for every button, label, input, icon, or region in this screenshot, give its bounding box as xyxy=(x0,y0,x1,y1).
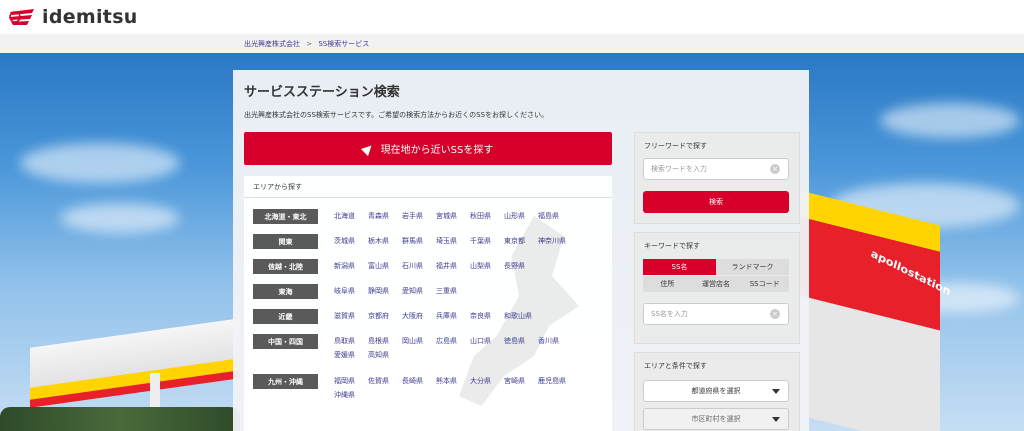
pref-link[interactable]: 群馬県 xyxy=(402,236,436,247)
site-header: idemitsu xyxy=(0,0,1024,34)
pref-link[interactable]: 山口県 xyxy=(470,336,504,347)
chevron-down-icon xyxy=(772,389,780,394)
pref-link[interactable]: 岩手県 xyxy=(402,211,436,222)
conditions-box: エリアと条件で探す 都道府県を選択 市区町村を選択 xyxy=(634,352,800,431)
pref-link[interactable]: 東京都 xyxy=(504,236,538,247)
pref-link[interactable]: 愛知県 xyxy=(402,286,436,297)
keyword-subtabs: 住所 運営店名 SSコード xyxy=(643,276,789,292)
pref-link[interactable]: 福島県 xyxy=(538,211,572,222)
freeword-search-button[interactable]: 検索 xyxy=(643,191,789,213)
pref-link[interactable]: 長野県 xyxy=(504,261,538,272)
ss-name-placeholder: SS名を入力 xyxy=(651,310,688,318)
pref-link[interactable]: 熊本県 xyxy=(436,376,470,387)
prefecture-select[interactable]: 都道府県を選択 xyxy=(643,380,789,402)
keyword-tabs: SS名 ランドマーク xyxy=(643,259,789,275)
pref-link[interactable]: 福岡県 xyxy=(334,376,368,387)
freeword-heading: フリーワードで探す xyxy=(644,142,707,150)
pref-link[interactable]: 宮城県 xyxy=(436,211,470,222)
pref-link[interactable]: 富山県 xyxy=(368,261,402,272)
pref-link[interactable]: 山形県 xyxy=(504,211,538,222)
pref-link[interactable]: 香川県 xyxy=(538,336,572,347)
clear-icon[interactable]: × xyxy=(770,309,780,319)
breadcrumb-home-link[interactable]: 出光興産株式会社 xyxy=(244,40,300,48)
city-select-label: 市区町村を選択 xyxy=(691,415,741,423)
pref-link[interactable]: 岐阜県 xyxy=(334,286,368,297)
keyword-heading: キーワードで探す xyxy=(644,242,700,250)
chevron-down-icon xyxy=(772,417,780,422)
pref-link[interactable]: 福井県 xyxy=(436,261,470,272)
pref-link[interactable]: 大阪府 xyxy=(402,311,436,322)
pref-link[interactable]: 石川県 xyxy=(402,261,436,272)
breadcrumb-separator: > xyxy=(306,40,313,48)
near-location-label: 現在地から近いSSを探す xyxy=(380,145,494,156)
pref-link[interactable]: 奈良県 xyxy=(470,311,504,322)
pref-link[interactable]: 静岡県 xyxy=(368,286,402,297)
search-panel: サービスステーション検索 出光興産株式会社のSS検索サービスです。ご希望の検索方… xyxy=(233,70,809,431)
tab-ss-name[interactable]: SS名 xyxy=(643,259,716,275)
region-label: 東海 xyxy=(253,284,318,299)
freeword-search-input[interactable]: 検索ワードを入力 × xyxy=(643,158,789,180)
pref-link[interactable]: 北海道 xyxy=(334,211,368,222)
freeword-placeholder: 検索ワードを入力 xyxy=(651,165,707,173)
region-label: 北海道・東北 xyxy=(253,209,318,224)
pref-link[interactable]: 大分県 xyxy=(470,376,504,387)
breadcrumb: 出光興産株式会社 > SS検索サービス xyxy=(0,34,1024,53)
area-search-box: エリアから探す 北海道・東北 北海道 青森県 岩手県 宮城県 秋田県 山形県 福… xyxy=(244,176,612,431)
pref-link[interactable]: 滋賀県 xyxy=(334,311,368,322)
gas-station-canopy-left xyxy=(30,318,240,408)
region-label: 九州・沖縄 xyxy=(253,374,318,389)
pref-link[interactable]: 岡山県 xyxy=(402,336,436,347)
pref-link[interactable]: 青森県 xyxy=(368,211,402,222)
keyword-box: キーワードで探す SS名 ランドマーク 住所 運営店名 SSコード SS名を入力… xyxy=(634,232,800,344)
pref-link[interactable]: 広島県 xyxy=(436,336,470,347)
tab-address[interactable]: 住所 xyxy=(643,276,692,292)
city-select[interactable]: 市区町村を選択 xyxy=(643,408,789,430)
freeword-box: フリーワードで探す 検索ワードを入力 × 検索 xyxy=(634,132,800,224)
pref-link[interactable]: 京都府 xyxy=(368,311,402,322)
pref-link[interactable]: 兵庫県 xyxy=(436,311,470,322)
tab-operator-name[interactable]: 運営店名 xyxy=(691,276,741,292)
pref-link[interactable]: 神奈川県 xyxy=(538,236,572,247)
pref-link[interactable]: 茨城県 xyxy=(334,236,368,247)
pref-link[interactable]: 長崎県 xyxy=(402,376,436,387)
pref-link[interactable]: 栃木県 xyxy=(368,236,402,247)
pref-link[interactable]: 佐賀県 xyxy=(368,376,402,387)
area-heading: エリアから探す xyxy=(244,176,612,198)
pref-link[interactable]: 愛媛県 xyxy=(334,350,368,361)
clear-icon[interactable]: × xyxy=(770,164,780,174)
pref-link[interactable]: 沖縄県 xyxy=(334,390,368,401)
page-title: サービスステーション検索 xyxy=(244,85,400,100)
location-arrow-icon xyxy=(360,141,375,156)
near-location-button[interactable]: 現在地から近いSSを探す xyxy=(244,132,612,165)
pref-link[interactable]: 宮崎県 xyxy=(504,376,538,387)
idemitsu-logo-icon xyxy=(9,9,34,25)
pref-link[interactable]: 千葉県 xyxy=(470,236,504,247)
page-description: 出光興産株式会社のSS検索サービスです。ご希望の検索方法からお近くのSSをお探し… xyxy=(244,111,549,119)
conditions-heading: エリアと条件で探す xyxy=(644,362,707,370)
pref-link[interactable]: 高知県 xyxy=(368,350,402,361)
tab-landmark[interactable]: ランドマーク xyxy=(716,259,789,275)
region-label: 近畿 xyxy=(253,309,318,324)
pref-link[interactable]: 秋田県 xyxy=(470,211,504,222)
pref-link[interactable]: 新潟県 xyxy=(334,261,368,272)
station-brand-sign: apollostation xyxy=(869,247,952,299)
prefecture-select-label: 都道府県を選択 xyxy=(691,387,741,395)
pref-link[interactable]: 埼玉県 xyxy=(436,236,470,247)
region-label: 中国・四国 xyxy=(253,334,318,349)
region-label: 関東 xyxy=(253,234,318,249)
pref-link[interactable]: 和歌山県 xyxy=(504,311,538,322)
pref-link[interactable]: 鳥取県 xyxy=(334,336,368,347)
idemitsu-logo[interactable]: idemitsu xyxy=(8,6,138,28)
pref-link[interactable]: 徳島県 xyxy=(504,336,538,347)
ss-name-input[interactable]: SS名を入力 × xyxy=(643,303,789,325)
pref-link[interactable]: 山梨県 xyxy=(470,261,504,272)
logo-text: idemitsu xyxy=(42,6,138,28)
trees xyxy=(0,407,240,431)
tab-ss-code[interactable]: SSコード xyxy=(740,276,789,292)
breadcrumb-current[interactable]: SS検索サービス xyxy=(318,40,369,48)
pref-link[interactable]: 鹿児島県 xyxy=(538,376,572,387)
pref-link[interactable]: 島根県 xyxy=(368,336,402,347)
region-label: 信越・北陸 xyxy=(253,259,318,274)
pref-link[interactable]: 三重県 xyxy=(436,286,470,297)
